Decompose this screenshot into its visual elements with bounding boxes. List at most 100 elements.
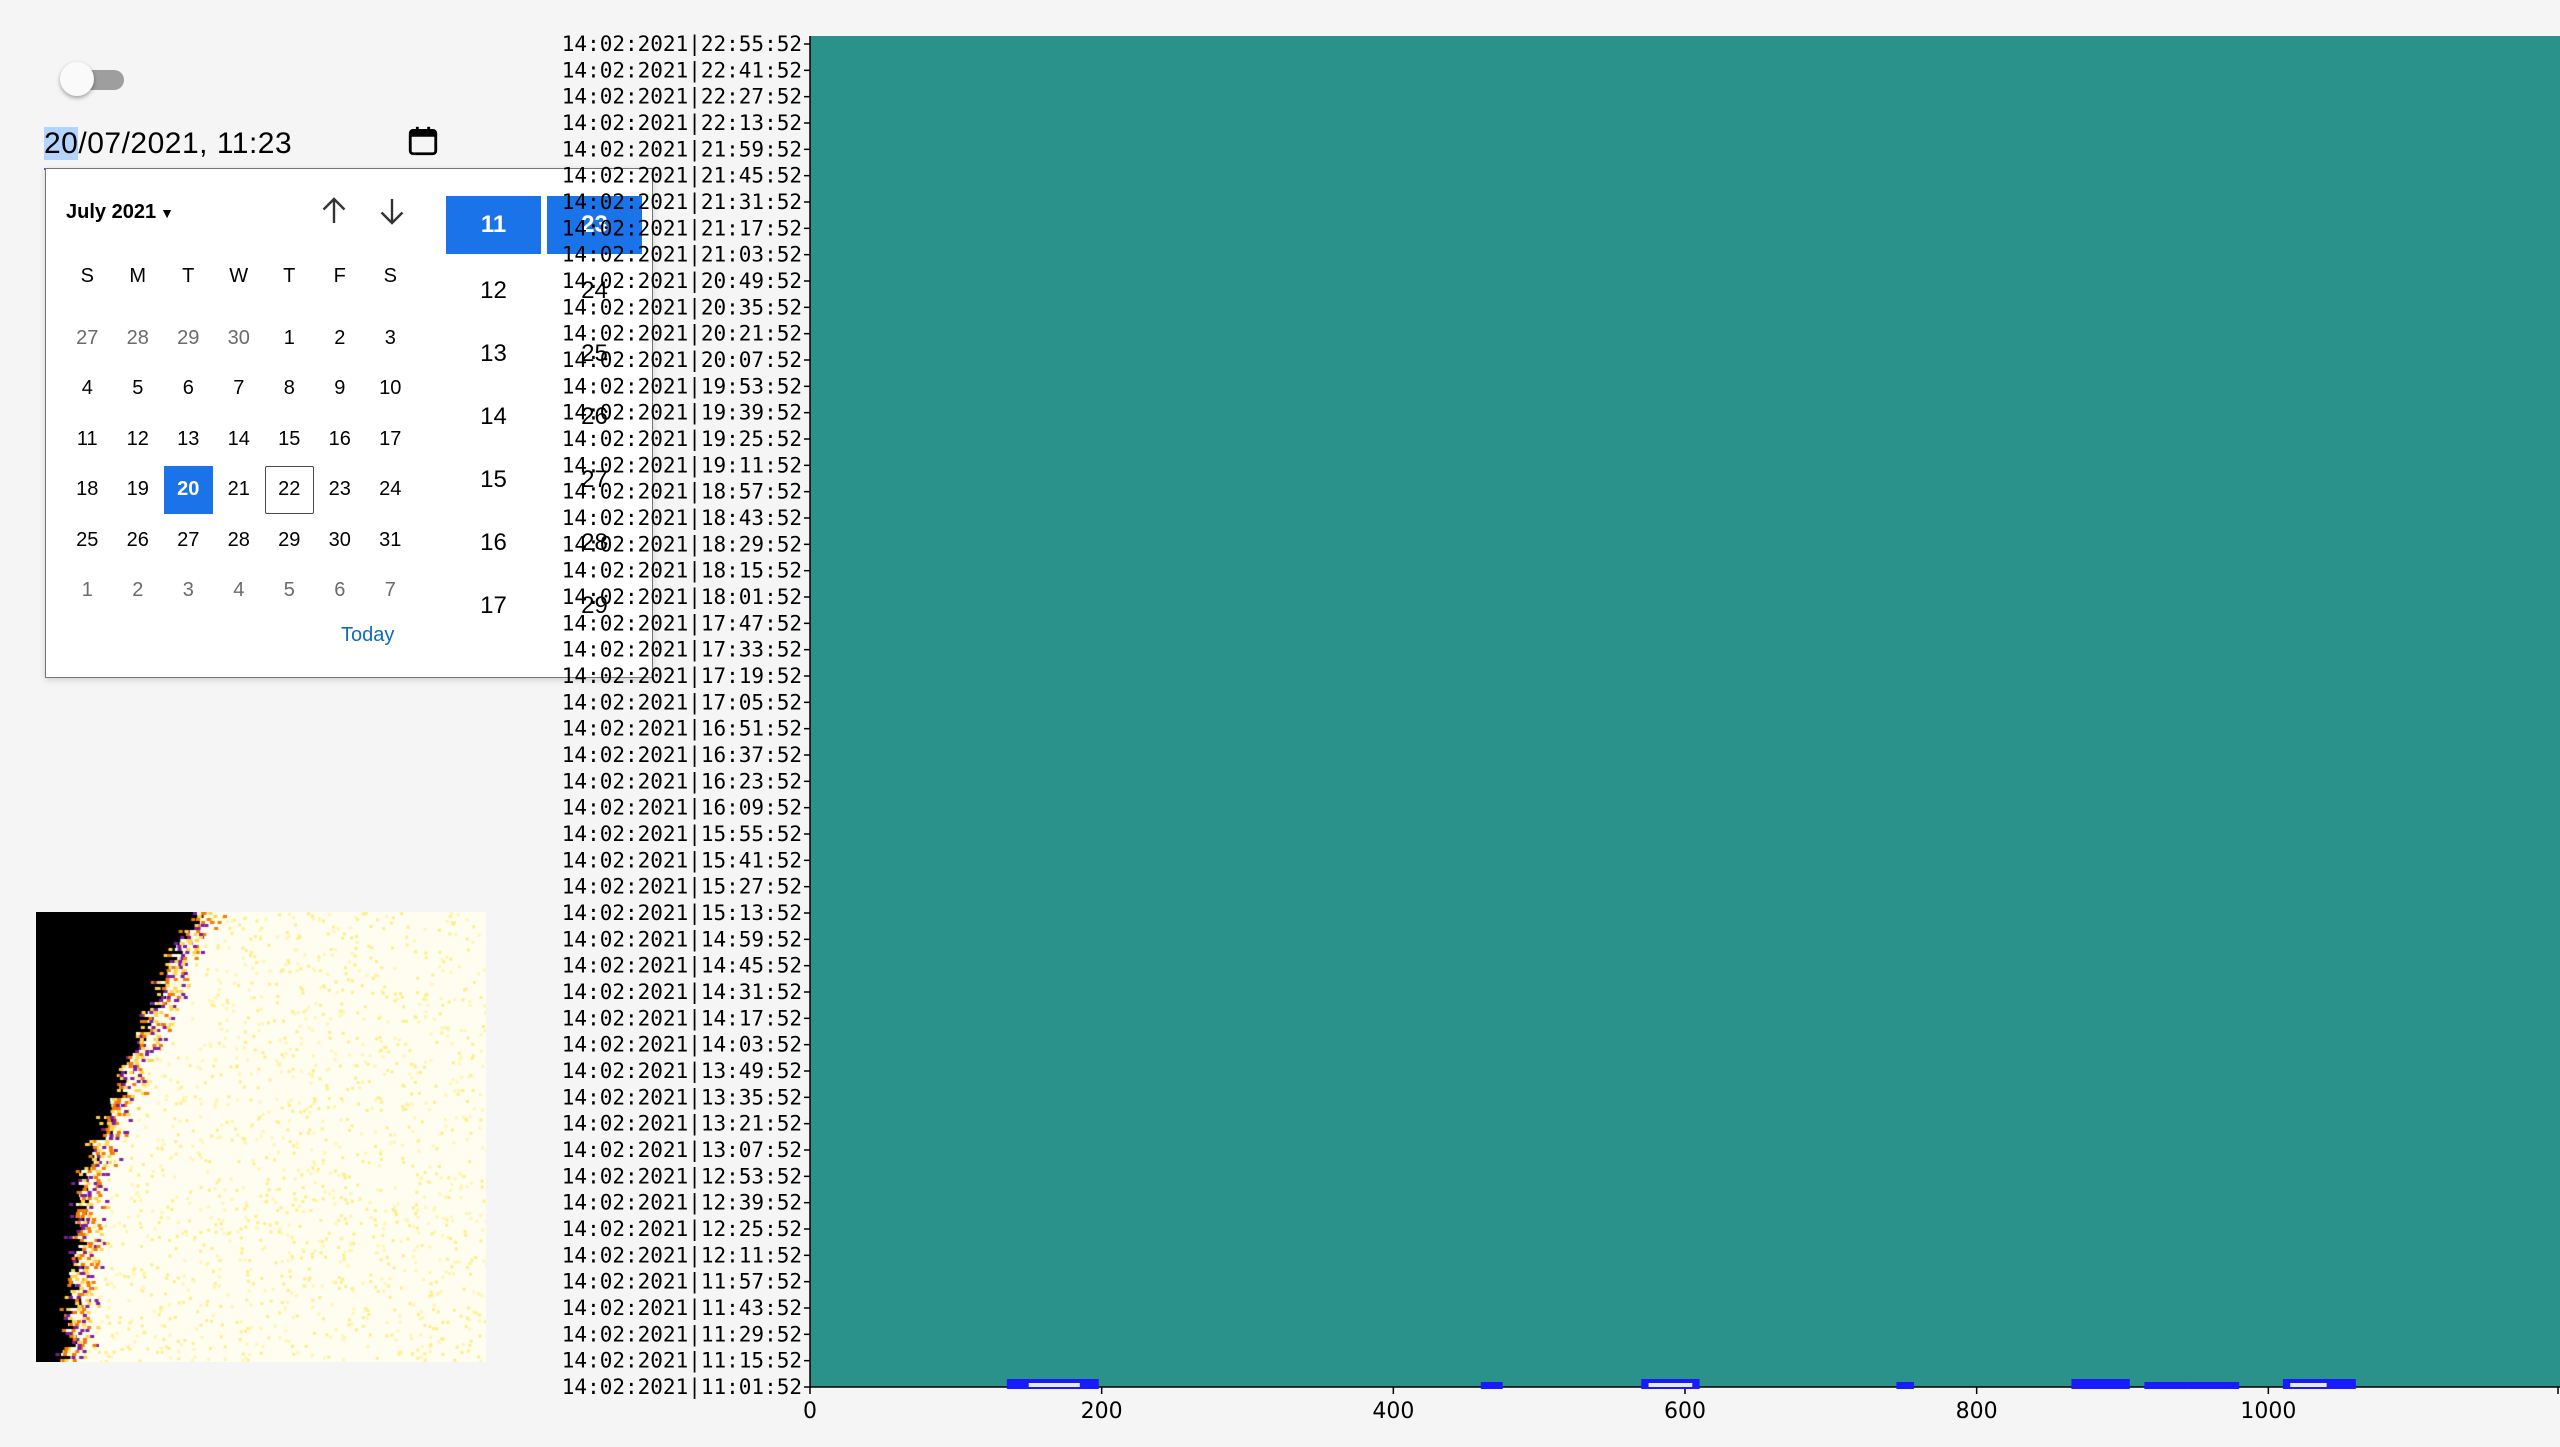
calendar-day[interactable]: 6: [315, 566, 366, 617]
y-tick-label: 14:02:2021|17:47:52: [562, 611, 802, 636]
x-tick-label: 800: [1956, 1399, 1998, 1424]
calendar-day[interactable]: 30: [315, 515, 366, 566]
toggle-thumb[interactable]: [60, 62, 94, 96]
y-tick-label: 14:02:2021|16:23:52: [562, 769, 802, 794]
marker-bar: [1896, 1382, 1914, 1389]
caret-down-icon: ▼: [160, 205, 174, 221]
marker-bar: [1648, 1383, 1693, 1387]
calendar-day[interactable]: 11: [62, 414, 113, 465]
calendar-day[interactable]: 8: [264, 364, 315, 415]
datetime-day-segment[interactable]: 20: [44, 127, 79, 160]
calendar-day[interactable]: 10: [365, 364, 416, 415]
calendar-day[interactable]: 17: [365, 414, 416, 465]
calendar-icon[interactable]: [406, 124, 440, 158]
calendar-day[interactable]: 12: [113, 414, 164, 465]
y-tick-label: 14:02:2021|19:25:52: [562, 427, 802, 452]
heatmap-canvas: [36, 912, 486, 1362]
marker-bar: [1028, 1383, 1080, 1387]
x-tick-label: 200: [1081, 1399, 1123, 1424]
y-tick-label: 14:02:2021|19:53:52: [562, 374, 802, 399]
calendar-day[interactable]: 14: [214, 414, 265, 465]
y-tick-label: 14:02:2021|16:51:52: [562, 717, 802, 742]
calendar-day[interactable]: 13: [163, 414, 214, 465]
hour-option-selected[interactable]: 11: [446, 196, 541, 254]
y-tick-label: 14:02:2021|14:59:52: [562, 927, 802, 952]
calendar-day[interactable]: 15: [264, 414, 315, 465]
calendar-day[interactable]: 30: [214, 313, 265, 364]
hour-option[interactable]: 16: [446, 511, 541, 574]
hour-option[interactable]: 12: [446, 259, 541, 322]
heatmap-thumbnail: [36, 912, 486, 1362]
calendar-day[interactable]: 24: [365, 465, 416, 516]
y-tick-label: 14:02:2021|21:45:52: [562, 164, 802, 189]
calendar-day[interactable]: 16: [315, 414, 366, 465]
y-tick-label: 14:02:2021|22:27:52: [562, 85, 802, 110]
calendar-day-today[interactable]: 22: [265, 465, 314, 514]
calendar-day[interactable]: 9: [315, 364, 366, 415]
calendar-day[interactable]: 2: [113, 566, 164, 617]
calendar-day[interactable]: 1: [264, 313, 315, 364]
x-tick-label: 0: [803, 1399, 817, 1424]
today-button[interactable]: Today: [341, 624, 394, 647]
arrow-up-icon[interactable]: [316, 193, 352, 229]
hour-option[interactable]: 17: [446, 574, 541, 637]
y-tick-label: 14:02:2021|16:09:52: [562, 796, 802, 821]
calendar-day[interactable]: 26: [113, 515, 164, 566]
hour-option[interactable]: 15: [446, 448, 541, 511]
y-tick-label: 14:02:2021|14:17:52: [562, 1006, 802, 1031]
datetime-rest[interactable]: /07/2021, 11:23: [78, 127, 292, 160]
y-tick-label: 14:02:2021|11:15:52: [562, 1349, 802, 1374]
calendar-day[interactable]: 4: [214, 566, 265, 617]
calendar-day[interactable]: 27: [163, 515, 214, 566]
calendar-day[interactable]: 3: [365, 313, 416, 364]
calendar-day[interactable]: 21: [214, 465, 265, 516]
hour-option[interactable]: 13: [446, 322, 541, 385]
weekday-label: F: [333, 265, 346, 287]
calendar-day[interactable]: 29: [163, 313, 214, 364]
y-tick-label: 14:02:2021|18:01:52: [562, 585, 802, 610]
calendar-day[interactable]: 19: [113, 465, 164, 516]
hour-option[interactable]: 14: [446, 385, 541, 448]
calendar-day[interactable]: 7: [365, 566, 416, 617]
month-year-selector[interactable]: July 2021 ▼: [66, 201, 174, 224]
y-tick-label: 14:02:2021|16:37:52: [562, 743, 802, 768]
x-tick-label: 1000: [2240, 1399, 2296, 1424]
calendar-day[interactable]: 28: [214, 515, 265, 566]
calendar-day[interactable]: 5: [264, 566, 315, 617]
calendar-day[interactable]: 2: [315, 313, 366, 364]
month-year-label: July 2021: [66, 201, 157, 223]
datetime-input[interactable]: 20/07/2021, 11:23: [44, 120, 440, 170]
y-tick-label: 14:02:2021|22:13:52: [562, 111, 802, 136]
dark-mode-toggle[interactable]: [60, 62, 130, 96]
y-tick-label: 14:02:2021|14:45:52: [562, 954, 802, 979]
calendar-day-selected[interactable]: 20: [164, 465, 213, 514]
x-tick-label: 600: [1664, 1399, 1706, 1424]
y-tick-label: 14:02:2021|12:39:52: [562, 1191, 802, 1216]
calendar-day[interactable]: 29: [264, 515, 315, 566]
calendar-day[interactable]: 18: [62, 465, 113, 516]
calendar-day[interactable]: 5: [113, 364, 164, 415]
calendar-day[interactable]: 6: [163, 364, 214, 415]
x-tick-label: 400: [1372, 1399, 1414, 1424]
weekday-label: W: [229, 265, 249, 287]
y-tick-label: 14:02:2021|20:21:52: [562, 322, 802, 347]
calendar-day[interactable]: 23: [315, 465, 366, 516]
datetime-value[interactable]: 20/07/2021, 11:23: [44, 124, 292, 164]
weekday-label: T: [182, 265, 195, 287]
weekday-label: S: [383, 265, 397, 287]
arrow-down-icon[interactable]: [374, 193, 410, 229]
calendar-day[interactable]: 27: [62, 313, 113, 364]
calendar-day[interactable]: 28: [113, 313, 164, 364]
calendar-day[interactable]: 31: [365, 515, 416, 566]
y-tick-label: 14:02:2021|19:11:52: [562, 453, 802, 478]
y-tick-label: 14:02:2021|18:57:52: [562, 480, 802, 505]
calendar-day[interactable]: 25: [62, 515, 113, 566]
y-tick-label: 14:02:2021|12:53:52: [562, 1164, 802, 1189]
calendar-day[interactable]: 1: [62, 566, 113, 617]
weekday-label: S: [80, 265, 94, 287]
timeline-chart: 14:02:2021|22:55:52 14:02:2021|22:41:52 14…: [540, 20, 2560, 1442]
y-tick-label: 14:02:2021|20:35:52: [562, 295, 802, 320]
calendar-day[interactable]: 7: [214, 364, 265, 415]
calendar-day[interactable]: 4: [62, 364, 113, 415]
calendar-day[interactable]: 3: [163, 566, 214, 617]
